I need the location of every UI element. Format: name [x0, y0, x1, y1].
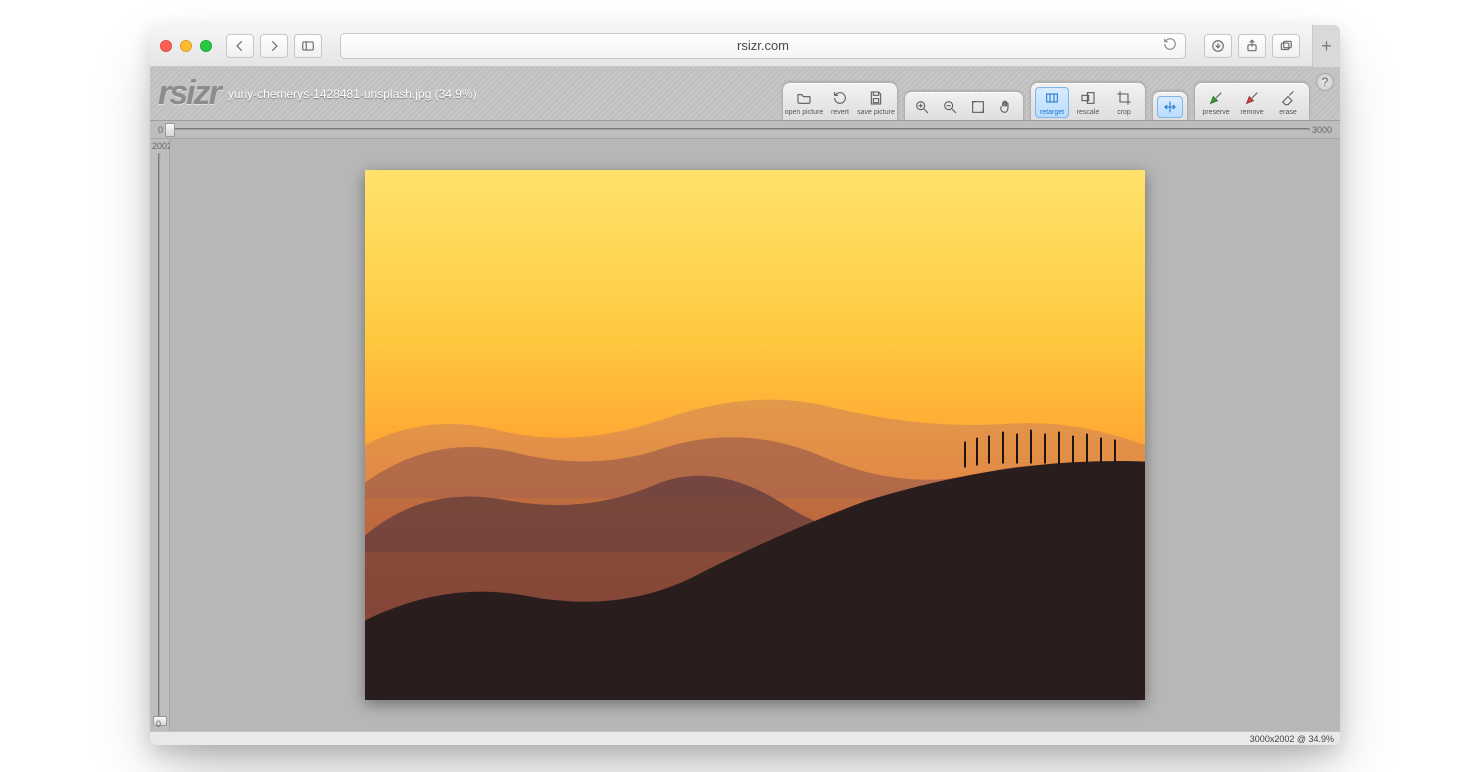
save-icon	[865, 89, 887, 107]
brush-tool-group: preserve remove erase	[1194, 82, 1310, 120]
h-slider-track	[170, 128, 1310, 132]
image-canvas	[365, 170, 1145, 700]
v-slider-track	[158, 153, 162, 717]
tabs-overview-button[interactable]	[1272, 34, 1300, 58]
erase-brush-button[interactable]: erase	[1271, 87, 1305, 118]
rescale-icon	[1077, 89, 1099, 107]
mountain-layer-foreground	[365, 382, 1145, 700]
zoom-window-button[interactable]	[200, 40, 212, 52]
fit-button[interactable]	[965, 96, 991, 118]
remove-brush-button[interactable]: remove	[1235, 87, 1269, 118]
pan-button[interactable]	[993, 96, 1019, 118]
open-picture-button[interactable]: open picture	[787, 87, 821, 118]
zoom-in-button[interactable]	[909, 96, 935, 118]
tool-label: rescale	[1077, 109, 1100, 116]
status-text: 3000x2002 @ 34.9%	[1250, 734, 1334, 744]
crop-icon	[1113, 89, 1135, 107]
tool-label: save picture	[857, 109, 895, 116]
tool-label: retarget	[1040, 109, 1064, 116]
save-picture-button[interactable]: save picture	[859, 87, 893, 118]
preserve-brush-button[interactable]: preserve	[1199, 87, 1233, 118]
app-logo: rsizr	[158, 74, 220, 113]
window-controls	[160, 40, 212, 52]
cursor-icon	[1159, 98, 1181, 116]
minimize-window-button[interactable]	[180, 40, 192, 52]
back-button[interactable]	[226, 34, 254, 58]
document-filename: yuriy-chemerys-1428481-unsplash.jpg (34.…	[228, 87, 477, 101]
tool-label: remove	[1240, 109, 1263, 116]
browser-titlebar: rsizr.com +	[150, 25, 1340, 67]
fit-icon	[967, 98, 989, 116]
help-button[interactable]: ?	[1316, 73, 1334, 91]
cursor-tool-group	[1152, 91, 1188, 120]
status-bar: 3000x2002 @ 34.9%	[150, 731, 1340, 745]
sidebar-toggle-button[interactable]	[294, 34, 322, 58]
crop-button[interactable]: crop	[1107, 87, 1141, 118]
reload-icon[interactable]	[1163, 37, 1177, 54]
folder-open-icon	[793, 89, 815, 107]
revert-icon	[829, 89, 851, 107]
browser-window: rsizr.com + rsizr	[150, 25, 1340, 745]
view-tool-group	[904, 91, 1024, 120]
preserve-brush-icon	[1205, 89, 1227, 107]
cursor-button[interactable]	[1157, 96, 1183, 118]
share-button[interactable]	[1238, 34, 1266, 58]
eraser-icon	[1277, 89, 1299, 107]
app-toolbar: rsizr yuriy-chemerys-1428481-unsplash.jp…	[150, 67, 1340, 121]
tool-label: open picture	[785, 109, 824, 116]
vertical-size-slider[interactable]: 2002 0	[150, 139, 170, 731]
retarget-button[interactable]: retarget	[1035, 87, 1069, 118]
downloads-button[interactable]	[1204, 34, 1232, 58]
h-slider-thumb[interactable]	[165, 123, 175, 137]
forward-button[interactable]	[260, 34, 288, 58]
address-bar[interactable]: rsizr.com	[340, 33, 1186, 59]
retarget-icon	[1041, 89, 1063, 107]
zoom-in-icon	[911, 98, 933, 116]
zoom-out-icon	[939, 98, 961, 116]
hand-icon	[995, 98, 1017, 116]
h-slider-min: 0	[158, 125, 163, 135]
remove-brush-icon	[1241, 89, 1263, 107]
tool-groups: open picture revert save p	[782, 82, 1310, 120]
tool-label: crop	[1117, 109, 1131, 116]
rescale-button[interactable]: rescale	[1071, 87, 1105, 118]
tool-label: erase	[1279, 109, 1297, 116]
tool-label: preserve	[1202, 109, 1229, 116]
workspace: 2002 0	[150, 139, 1340, 731]
zoom-out-button[interactable]	[937, 96, 963, 118]
canvas-viewport[interactable]	[170, 139, 1340, 731]
resize-tool-group: retarget rescale crop	[1030, 82, 1146, 120]
horizontal-size-slider[interactable]: 0 3000	[150, 121, 1340, 139]
revert-button[interactable]: revert	[823, 87, 857, 118]
h-slider-max: 3000	[1312, 125, 1332, 135]
tool-label: revert	[831, 109, 849, 116]
close-window-button[interactable]	[160, 40, 172, 52]
v-slider-min: 0	[156, 719, 161, 729]
url-text: rsizr.com	[737, 38, 789, 53]
file-tool-group: open picture revert save p	[782, 82, 898, 120]
app-area: rsizr yuriy-chemerys-1428481-unsplash.jp…	[150, 67, 1340, 745]
new-tab-button[interactable]: +	[1312, 25, 1340, 67]
